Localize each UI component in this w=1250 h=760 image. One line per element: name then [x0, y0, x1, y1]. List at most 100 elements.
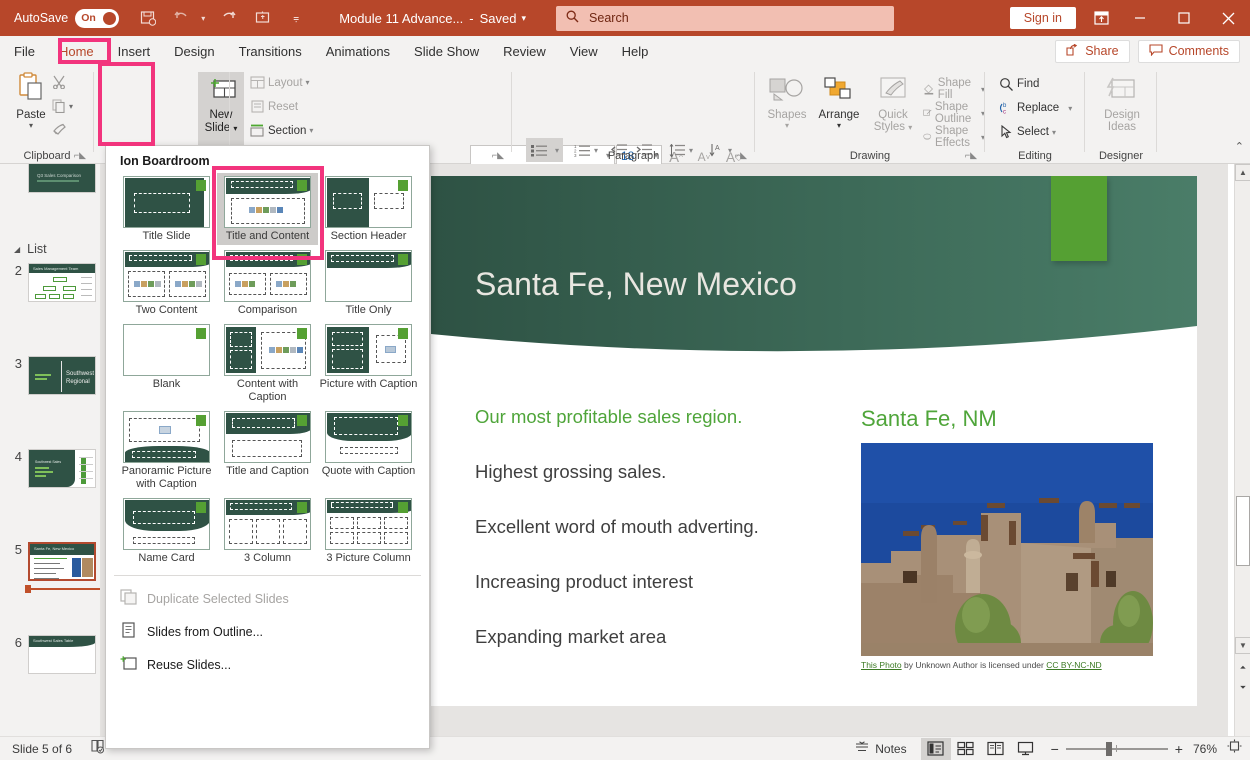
- sign-in-button[interactable]: Sign in: [1009, 7, 1076, 29]
- undo-caret-icon[interactable]: ▾: [197, 3, 209, 33]
- scroll-down-arrow-icon[interactable]: ▼: [1235, 637, 1250, 654]
- arrange-button[interactable]: Arrange ▾: [813, 76, 865, 130]
- tab-animations[interactable]: Animations: [314, 39, 402, 64]
- copy-caret-icon[interactable]: ▾: [69, 102, 73, 111]
- tab-slide-show[interactable]: Slide Show: [402, 39, 491, 64]
- thumbnail-item-4[interactable]: 4 Southwest Sales: [0, 449, 96, 488]
- tab-file[interactable]: File: [0, 39, 47, 64]
- paste-button[interactable]: Paste ▾: [10, 72, 52, 130]
- menu-item-reuse-slides[interactable]: Reuse Slides...: [106, 648, 429, 681]
- thumbnail-item-3[interactable]: 3 Southwest Regional: [0, 356, 96, 395]
- comments-button[interactable]: Comments: [1137, 39, 1240, 63]
- layout-title-and-content[interactable]: Title and Content: [217, 173, 318, 245]
- caption-license-link[interactable]: CC BY-NC-ND: [1046, 660, 1101, 670]
- slide-right-title[interactable]: Santa Fe, NM: [861, 406, 1161, 432]
- select-caret-icon[interactable]: ▾: [1052, 128, 1056, 137]
- reading-view-button[interactable]: [981, 738, 1011, 760]
- layout-3-picture-column[interactable]: 3 Picture Column: [318, 495, 419, 567]
- slide-right-column[interactable]: Santa Fe, NM This Photo by Unknown Autho…: [861, 406, 1161, 670]
- thumbnail-preview[interactable]: Q3 Sales Comparison: [28, 164, 96, 193]
- paste-caret-icon[interactable]: ▾: [29, 121, 33, 130]
- search-box[interactable]: Search: [556, 5, 895, 31]
- document-title[interactable]: Module 11 Advance...: [339, 11, 463, 26]
- copy-button[interactable]: ▾: [52, 99, 73, 113]
- layout-3-column[interactable]: 3 Column: [217, 495, 318, 567]
- slide-sorter-view-button[interactable]: [951, 738, 981, 760]
- drawing-dialog-launcher[interactable]: ⌐◣: [965, 150, 977, 161]
- scroll-up-arrow-icon[interactable]: ▲: [1235, 164, 1250, 181]
- zoom-slider[interactable]: [1065, 741, 1168, 756]
- save-icon[interactable]: [133, 3, 163, 33]
- layout-comparison[interactable]: Comparison: [217, 247, 318, 319]
- close-button[interactable]: [1206, 0, 1250, 36]
- next-slide-icon[interactable]: ⏷: [1235, 679, 1250, 696]
- previous-slide-icon[interactable]: ⏶: [1235, 659, 1250, 676]
- clipboard-dialog-launcher[interactable]: ⌐◣: [74, 150, 86, 161]
- section-header-list[interactable]: ◢ List: [14, 242, 47, 256]
- tab-view[interactable]: View: [558, 39, 610, 64]
- slide-bullet-list[interactable]: Our most profitable sales region. Highes…: [475, 406, 855, 681]
- layout-blank[interactable]: Blank: [116, 321, 217, 406]
- layout-name-card[interactable]: Name Card: [116, 495, 217, 567]
- undo-icon[interactable]: [167, 3, 197, 33]
- saved-caret-icon[interactable]: ▾: [522, 13, 527, 24]
- tab-review[interactable]: Review: [491, 39, 558, 64]
- format-painter-button[interactable]: [52, 123, 67, 137]
- paragraph-dialog-launcher[interactable]: ⌐◣: [735, 150, 747, 161]
- shape-fill-button[interactable]: Shape Fill ▾: [923, 77, 985, 101]
- ribbon-display-options-icon[interactable]: [1084, 0, 1118, 36]
- scrollbar-thumb[interactable]: [1236, 496, 1250, 566]
- thumbnail-item-6[interactable]: 6 Southwest Sales Table: [0, 635, 96, 674]
- layout-panoramic-picture-with-caption[interactable]: Panoramic Picture with Caption: [116, 408, 217, 493]
- chevron-down-icon[interactable]: ◢: [14, 245, 20, 254]
- tab-transitions[interactable]: Transitions: [227, 39, 314, 64]
- slide-thumbnail-panel[interactable]: 1 Q3 Sales Comparison ◢ List 2 Sales Man…: [0, 164, 100, 736]
- layout-content-with-caption[interactable]: Content with Caption: [217, 321, 318, 406]
- slide-title[interactable]: Santa Fe, New Mexico: [475, 266, 797, 303]
- redo-icon[interactable]: [213, 3, 243, 33]
- tab-insert[interactable]: Insert: [106, 39, 163, 64]
- layout-title-only[interactable]: Title Only: [318, 247, 419, 319]
- quick-styles-button[interactable]: Quick Styles ▾: [869, 76, 917, 133]
- shape-outline-button[interactable]: Shape Outline ▾: [923, 101, 985, 125]
- vertical-scrollbar[interactable]: ▲ ▼ ⏶ ⏷: [1234, 164, 1250, 736]
- layout-quote-with-caption[interactable]: Quote with Caption: [318, 408, 419, 493]
- shape-effects-button[interactable]: Shape Effects ▾: [923, 125, 985, 149]
- notes-button[interactable]: Notes: [855, 740, 907, 758]
- fit-slide-to-window-icon[interactable]: [1227, 739, 1242, 758]
- caption-photo-link[interactable]: This Photo: [861, 660, 902, 670]
- autosave-toggle[interactable]: On: [75, 8, 120, 28]
- select-button[interactable]: Select ▾: [999, 125, 1056, 139]
- layout-two-content[interactable]: Two Content: [116, 247, 217, 319]
- layout-picture-with-caption[interactable]: Picture with Caption: [318, 321, 419, 406]
- tab-home[interactable]: Home: [47, 39, 106, 64]
- replace-button[interactable]: bc Replace ▾: [999, 101, 1072, 115]
- menu-item-slides-from-outline[interactable]: Slides from Outline...: [106, 615, 429, 648]
- find-button[interactable]: Find: [999, 77, 1039, 91]
- start-presentation-icon[interactable]: [247, 3, 277, 33]
- current-slide[interactable]: Santa Fe, New Mexico Our most profitable…: [431, 176, 1197, 706]
- minimize-button[interactable]: [1118, 0, 1162, 36]
- cut-button[interactable]: [52, 75, 66, 89]
- normal-view-button[interactable]: [920, 737, 951, 760]
- tab-help[interactable]: Help: [610, 39, 661, 64]
- thumbnail-preview[interactable]: Southwest Sales Table: [28, 635, 96, 674]
- collapse-ribbon-button[interactable]: ⌃: [1235, 140, 1244, 153]
- thumbnail-item-5[interactable]: 5 Santa Fe, New Mexico: [0, 542, 96, 581]
- maximize-button[interactable]: [1162, 0, 1206, 36]
- tab-design[interactable]: Design: [162, 39, 226, 64]
- zoom-slider-handle[interactable]: [1105, 741, 1112, 756]
- slide-photo[interactable]: [861, 443, 1153, 656]
- thumbnail-preview[interactable]: Sales Management Team: [28, 263, 96, 302]
- zoom-level[interactable]: 76%: [1193, 742, 1217, 756]
- zoom-out-button[interactable]: −: [1051, 741, 1059, 757]
- layout-title-slide[interactable]: Title Slide: [116, 173, 217, 245]
- customize-toolbar-icon[interactable]: ⩦: [281, 3, 311, 33]
- thumbnail-item-2[interactable]: 2 Sales Management Team: [0, 263, 96, 302]
- layout-title-and-caption[interactable]: Title and Caption: [217, 408, 318, 493]
- shapes-caret-icon[interactable]: ▾: [785, 121, 789, 130]
- zoom-in-button[interactable]: +: [1175, 741, 1183, 757]
- share-button[interactable]: Share: [1055, 39, 1130, 63]
- font-dialog-launcher[interactable]: ⌐◣: [492, 150, 504, 161]
- design-ideas-button[interactable]: Design Ideas: [1097, 76, 1147, 133]
